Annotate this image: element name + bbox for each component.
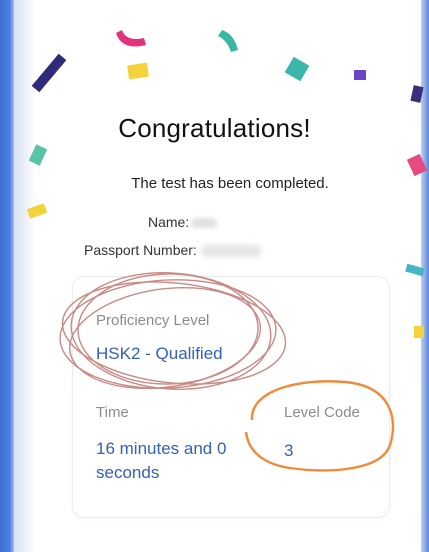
confetti-piece [116,30,146,47]
confetti-piece [414,326,424,338]
time-value-line2: seconds [96,463,160,482]
confetti-piece [218,30,238,52]
confetti-piece [26,203,48,219]
passport-number-row: Passport Number: [84,242,261,258]
confetti-piece [284,56,310,82]
confetti-piece [405,263,425,277]
passport-label: Passport Number: [84,242,197,258]
congratulations-title: Congratulations! [118,113,311,143]
confetti-piece [354,70,366,80]
level-code-value: 3 [284,441,294,460]
confetti-piece [28,144,48,166]
time-value-line1: 16 minutes and 0 [96,439,227,458]
completion-message: The test has been completed. [131,175,329,192]
confetti-piece [410,85,424,103]
confetti-piece [31,53,67,93]
redacted-name [191,218,218,229]
confetti-piece [127,62,149,80]
level-code-label: Level Code [284,404,360,421]
candidate-name-row: Name: [148,214,218,230]
name-label: Name: [148,214,190,230]
time-label: Time [96,404,129,421]
redacted-passport [200,245,261,258]
proficiency-level-value: HSK2 - Qualified [96,344,223,363]
confetti-piece [406,153,428,177]
proficiency-level-label: Proficiency Level [96,312,210,329]
